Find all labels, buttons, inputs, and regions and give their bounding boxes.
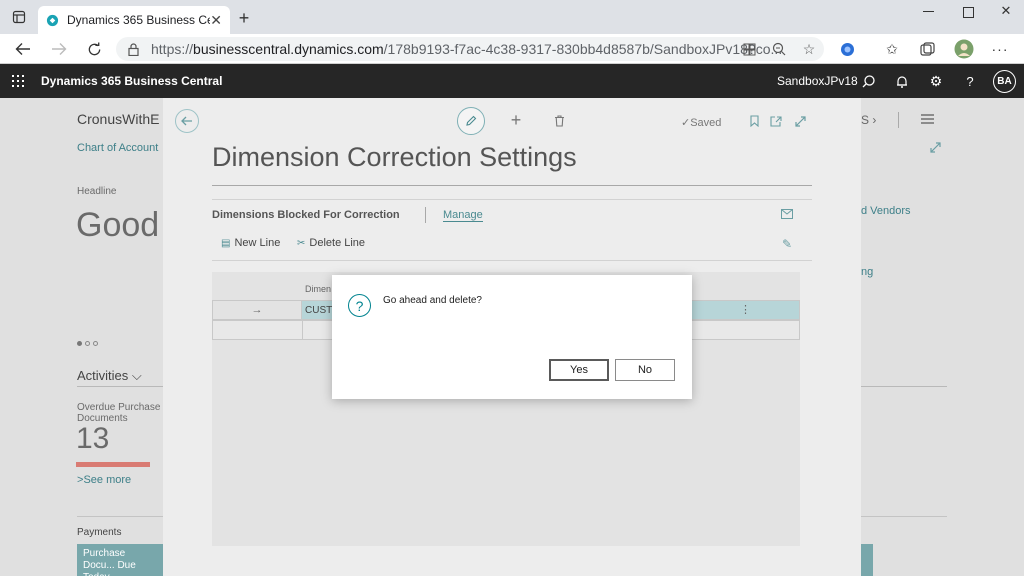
open-new-window-icon[interactable] xyxy=(769,114,783,128)
row-actions-icon[interactable]: ⋮ xyxy=(740,303,751,316)
settings-gear-icon[interactable]: ⚙ xyxy=(928,73,944,89)
section-separator xyxy=(425,207,426,223)
address-input[interactable]: https://businesscentral.dynamics.com/178… xyxy=(116,37,824,61)
activities-header[interactable]: Activities ⌵ xyxy=(77,368,142,384)
expand-icon[interactable] xyxy=(928,140,942,154)
confirm-delete-dialog: ? Go ahead and delete? Yes No xyxy=(332,275,692,399)
chevron-down-icon: ⌵ xyxy=(128,368,142,383)
headline-text: Good xyxy=(76,206,160,244)
new-line-label: New Line xyxy=(234,237,281,249)
title-divider xyxy=(212,185,812,186)
bookmark-icon[interactable] xyxy=(747,114,761,128)
dynamics-favicon-icon xyxy=(46,14,59,27)
collections-icon[interactable] xyxy=(918,40,936,58)
see-more-link[interactable]: >See more xyxy=(77,474,131,486)
cell-divider xyxy=(302,320,303,340)
tile-partial[interactable] xyxy=(861,544,873,576)
new-line-icon: ▤ xyxy=(221,237,231,249)
cue-indicator-bar xyxy=(76,462,150,467)
add-favorite-icon[interactable]: ☆ xyxy=(800,40,818,58)
notifications-icon[interactable] xyxy=(894,73,910,89)
nav-link-chart-of-accounts[interactable]: Chart of Account xyxy=(77,142,158,154)
headline-pager[interactable] xyxy=(77,341,98,346)
delete-line-button[interactable]: ✂ Delete Line xyxy=(297,237,365,249)
activities-label: Activities xyxy=(77,368,129,383)
row-indicator-arrow-icon[interactable]: → xyxy=(212,300,302,320)
more-options-icon[interactable]: ··· xyxy=(990,40,1010,58)
back-icon[interactable] xyxy=(12,39,34,59)
app-available-icon[interactable] xyxy=(740,40,758,58)
nav-separator xyxy=(898,112,899,128)
page-title: Dimension Correction Settings xyxy=(212,142,577,172)
forward-icon[interactable] xyxy=(48,39,70,59)
lock-icon[interactable] xyxy=(126,41,140,57)
url-host: businesscentral.dynamics.com xyxy=(193,41,384,57)
payments-header: Payments xyxy=(77,527,122,538)
help-icon[interactable]: ? xyxy=(962,73,978,89)
share-icon[interactable] xyxy=(780,207,794,221)
profile-icon[interactable] xyxy=(953,38,975,60)
nav-more-label: S xyxy=(861,113,870,127)
zoom-icon[interactable] xyxy=(770,40,788,58)
check-icon: ✓ xyxy=(681,117,691,129)
url-scheme: https:// xyxy=(151,41,194,57)
extension-icon[interactable] xyxy=(838,40,856,58)
section-divider xyxy=(212,199,812,200)
edit-pencil-icon[interactable] xyxy=(457,107,485,135)
tab-actions-icon[interactable] xyxy=(11,9,27,25)
question-icon: ? xyxy=(348,294,371,317)
close-window-icon[interactable]: ✕ xyxy=(996,3,1016,19)
maximize-icon[interactable] xyxy=(958,4,978,20)
refresh-icon[interactable] xyxy=(83,39,105,59)
hamburger-menu-icon[interactable] xyxy=(919,112,935,126)
minimize-icon[interactable] xyxy=(918,4,938,20)
user-avatar[interactable]: BA xyxy=(993,70,1016,93)
tab-title: Dynamics 365 Business Central - xyxy=(67,13,210,27)
new-line-button[interactable]: ▤ New Line xyxy=(221,237,280,249)
environment-name[interactable]: SandboxJPv18 xyxy=(777,64,858,98)
app-title[interactable]: Dynamics 365 Business Central xyxy=(41,64,222,98)
section-title: Dimensions Blocked For Correction xyxy=(212,209,400,221)
no-button[interactable]: No xyxy=(615,359,675,381)
toolbar-divider xyxy=(212,260,812,261)
app-launcher-icon[interactable] xyxy=(11,74,25,88)
favorites-icon[interactable]: ✩ xyxy=(883,40,901,58)
purchase-due-tile[interactable]: Purchase Docu... Due Today xyxy=(77,544,163,583)
overdue-cue-label: Overdue Purchase Documents xyxy=(77,402,161,424)
overdue-cue-value[interactable]: 13 xyxy=(76,422,109,456)
saved-label: Saved xyxy=(690,117,722,129)
browser-tab-active[interactable]: Dynamics 365 Business Central - ✕ xyxy=(38,6,230,34)
search-icon[interactable] xyxy=(860,73,876,89)
column-header-dimension[interactable]: Dimen xyxy=(305,284,331,294)
url-path: /178b9193-f7ac-4c38-9317-830bb4d8587b/Sa… xyxy=(383,41,783,57)
headline-label: Headline xyxy=(77,186,117,197)
nav-link-partial[interactable]: ng xyxy=(861,266,873,278)
chevron-right-icon: › xyxy=(869,113,877,127)
yes-button[interactable]: Yes xyxy=(549,359,609,381)
saved-status: ✓Saved xyxy=(681,116,721,129)
delete-line-label: Delete Line xyxy=(309,237,366,249)
personalize-pin-icon[interactable]: ✎ xyxy=(780,237,794,251)
manage-menu[interactable]: Manage xyxy=(443,209,483,222)
close-tab-icon[interactable]: ✕ xyxy=(210,12,222,29)
delete-line-icon: ✂ xyxy=(297,237,306,249)
delete-trash-icon[interactable] xyxy=(552,114,566,128)
app-header: Dynamics 365 Business Central SandboxJPv… xyxy=(0,64,1024,98)
dialog-message: Go ahead and delete? xyxy=(383,295,482,306)
browser-tab-strip: Dynamics 365 Business Central - ✕ + ✕ xyxy=(0,0,1024,34)
expand-icon[interactable] xyxy=(793,114,807,128)
company-name[interactable]: CronusWithE xyxy=(77,111,159,127)
new-tab-icon[interactable]: + xyxy=(236,8,252,28)
nav-more-partial[interactable]: S › xyxy=(861,113,876,127)
nav-link-vendors-partial[interactable]: d Vendors xyxy=(861,205,911,217)
back-arrow-icon[interactable] xyxy=(175,109,199,133)
new-icon[interactable]: + xyxy=(508,110,524,130)
see-more-label: See more xyxy=(83,474,132,486)
